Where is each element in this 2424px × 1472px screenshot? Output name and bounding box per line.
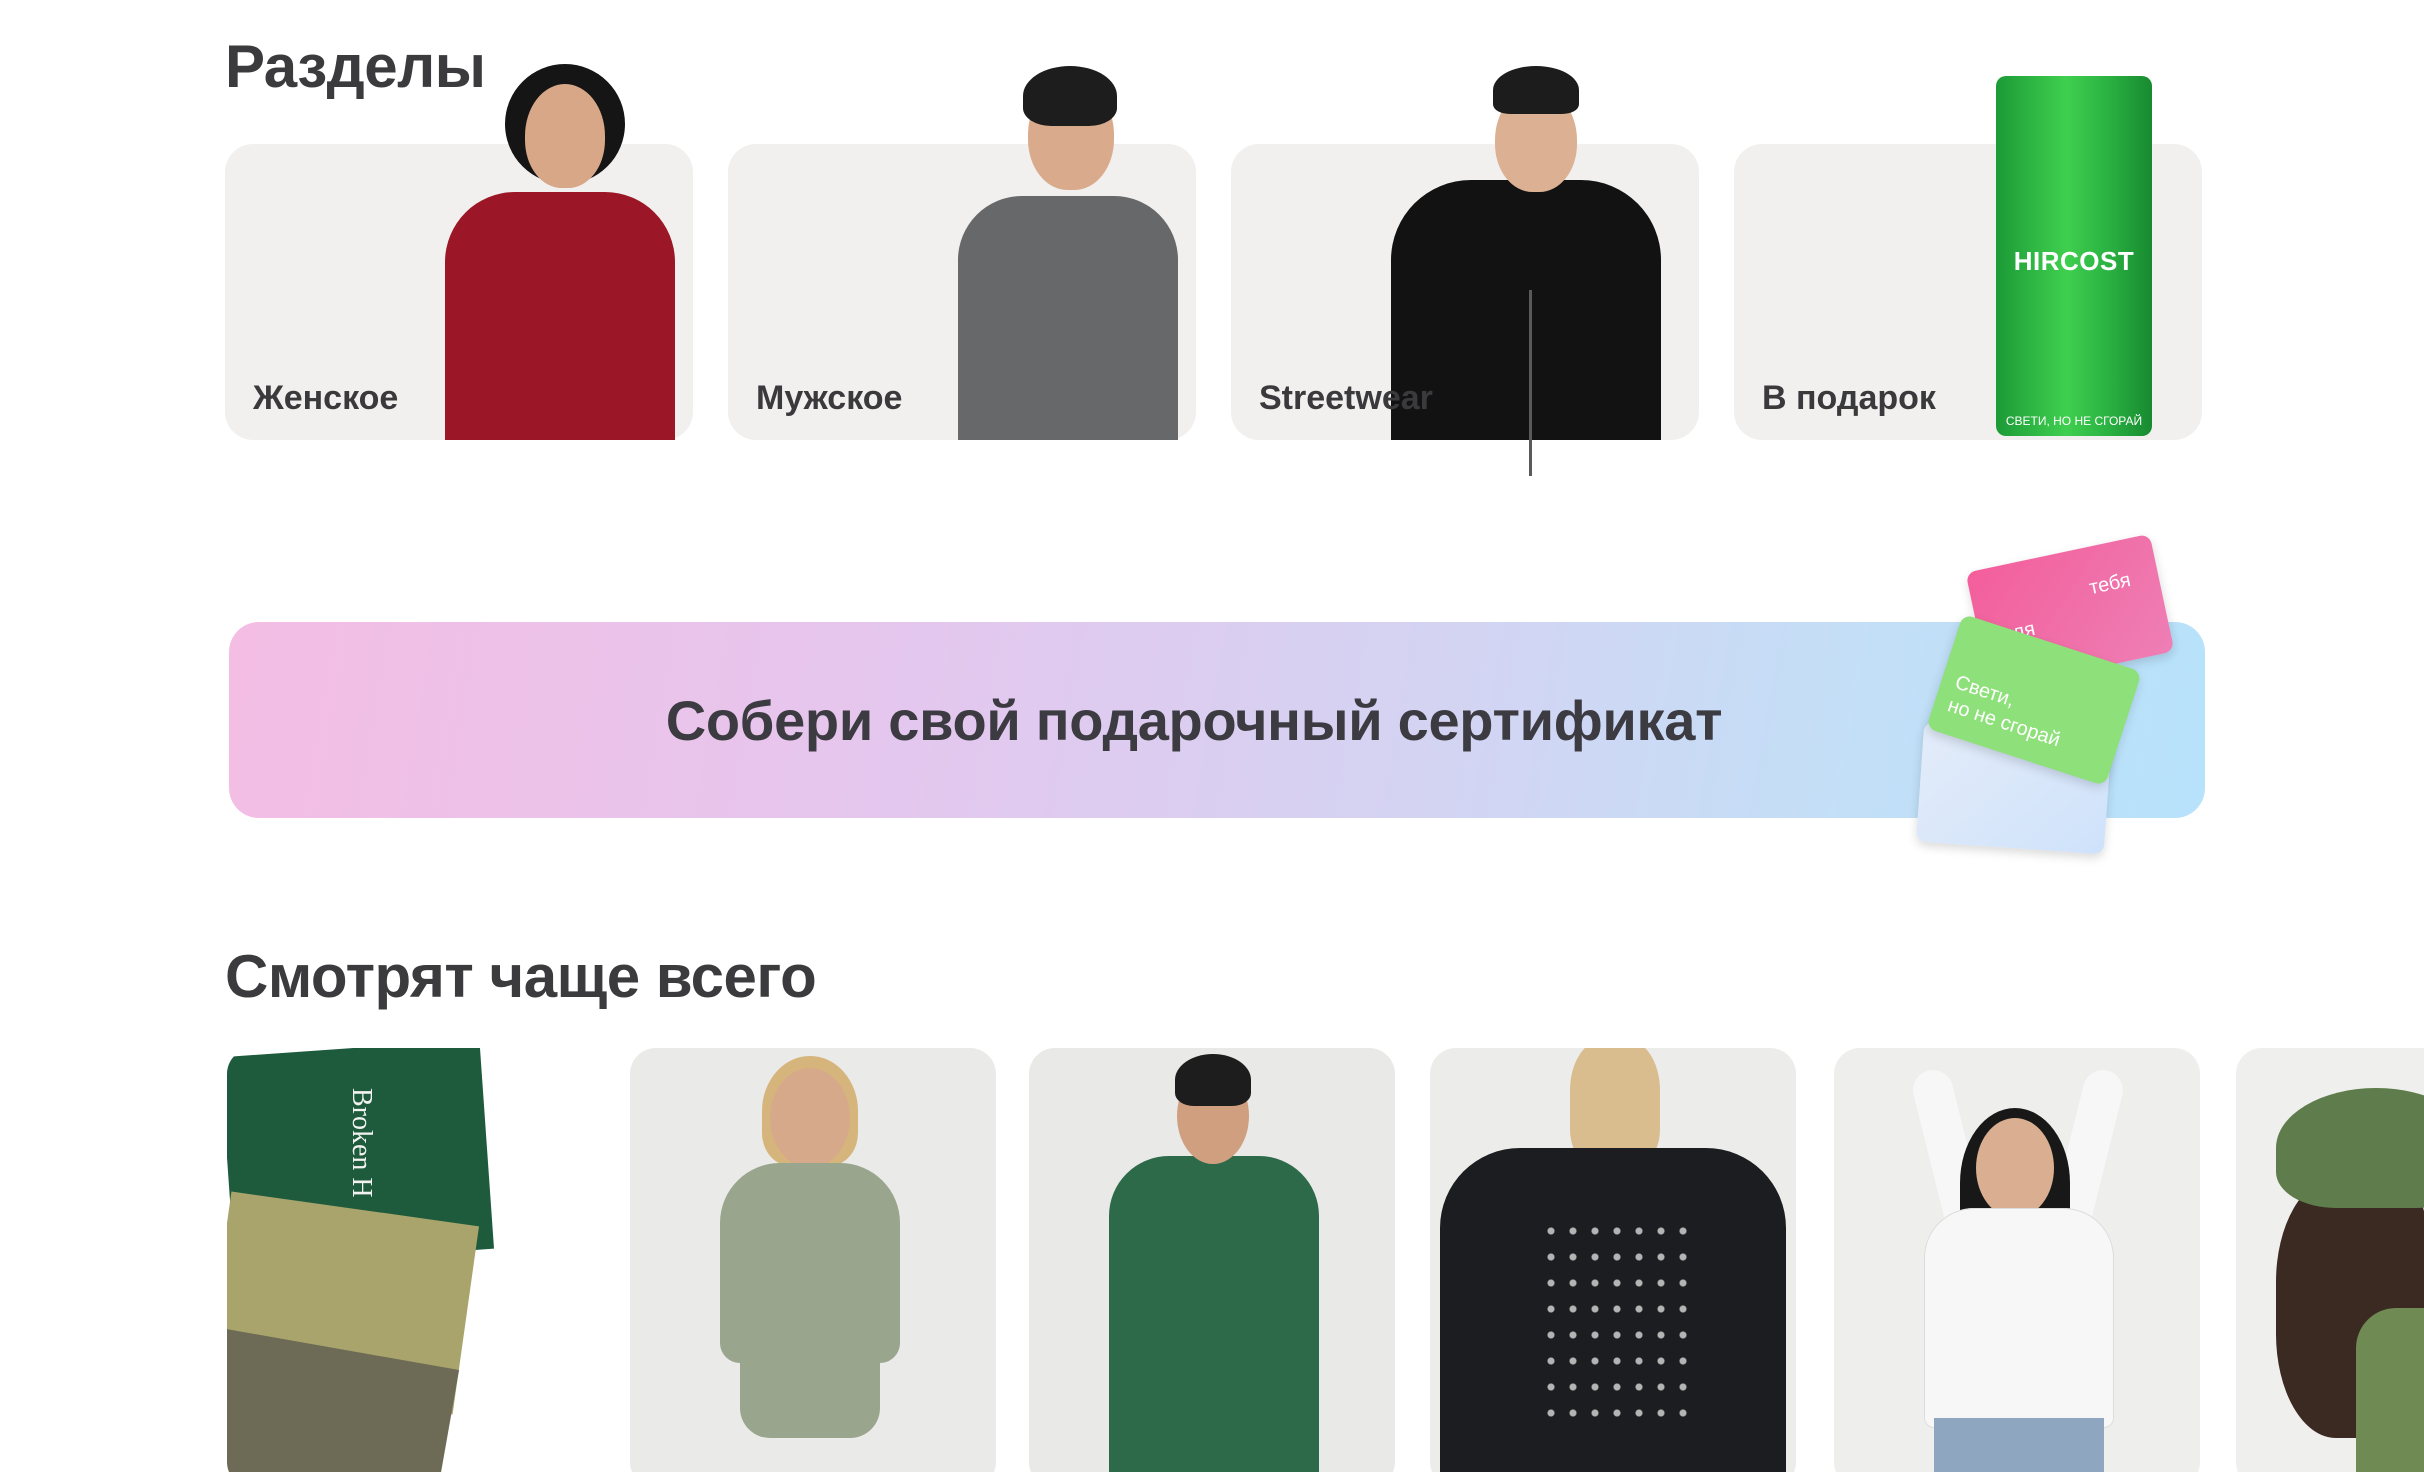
white-longsleeve: [1924, 1208, 2114, 1428]
hoodie-zipper: [1529, 290, 1532, 476]
sections-title: Разделы: [225, 33, 486, 100]
category-label-women: Женское: [253, 379, 399, 417]
product-card-sage-scrubs[interactable]: [630, 1048, 996, 1472]
tube-slogan: СВЕТИ, НО НЕ СГОРАЙ: [2005, 414, 2143, 428]
sage-scrub-pants: [740, 1318, 880, 1438]
gift-certificate-banner-text: Собери свой подарочный сертификат: [665, 689, 1723, 752]
model-jeans: [1934, 1418, 2104, 1472]
category-card-gift[interactable]: HIRCOST СВЕТИ, НО НЕ СГОРАЙ В подарок: [1734, 76, 2202, 440]
green-bandana-cap: [2276, 1088, 2424, 1208]
tote-bag-print: Broken H: [346, 1088, 377, 1198]
popular-title: Смотрят чаще всего: [225, 943, 817, 1010]
grey-scrubs: [958, 196, 1178, 440]
product-card-tote-bags[interactable]: Broken H: [227, 1048, 593, 1472]
product-card-white-longsleeve[interactable]: [1834, 1048, 2200, 1472]
red-top: [445, 192, 675, 440]
category-card-women[interactable]: Женское: [225, 64, 693, 440]
model-hair: [1175, 1054, 1251, 1106]
page: Разделы Женское Мужское Streetwear HIRCO…: [0, 0, 2424, 1472]
model-hair: [1023, 66, 1117, 126]
green-scrub-top: [1109, 1156, 1319, 1472]
green-top: [2356, 1308, 2424, 1472]
gift-card-you-text: тебя: [2087, 568, 2133, 600]
men-model-image: [958, 66, 1178, 440]
gift-certificate-banner[interactable]: Собери свой подарочный сертификат: [229, 622, 2205, 818]
women-model-image: [445, 64, 675, 440]
model-head: [525, 84, 605, 188]
model-head: [770, 1068, 850, 1168]
tube-brand-logo: HIRCOST: [2013, 246, 2135, 276]
product-card-green-scrubs[interactable]: [1029, 1048, 1395, 1472]
category-card-men[interactable]: Мужское: [728, 66, 1196, 440]
model-head: [1976, 1118, 2054, 1218]
category-label-gift: В подарок: [1762, 379, 1936, 417]
category-card-streetwear[interactable]: Streetwear: [1231, 66, 1699, 476]
category-label-men: Мужское: [756, 379, 903, 417]
model-beanie: [1493, 66, 1579, 114]
product-card-green-cap[interactable]: [2236, 1048, 2424, 1472]
gift-tube-image: HIRCOST СВЕТИ, НО НЕ СГОРАЙ: [1996, 76, 2152, 436]
teeth-print-graphic: [1540, 1218, 1690, 1418]
category-label-streetwear: Streetwear: [1259, 379, 1433, 417]
product-card-teeth-tshirt[interactable]: [1430, 1048, 1796, 1472]
